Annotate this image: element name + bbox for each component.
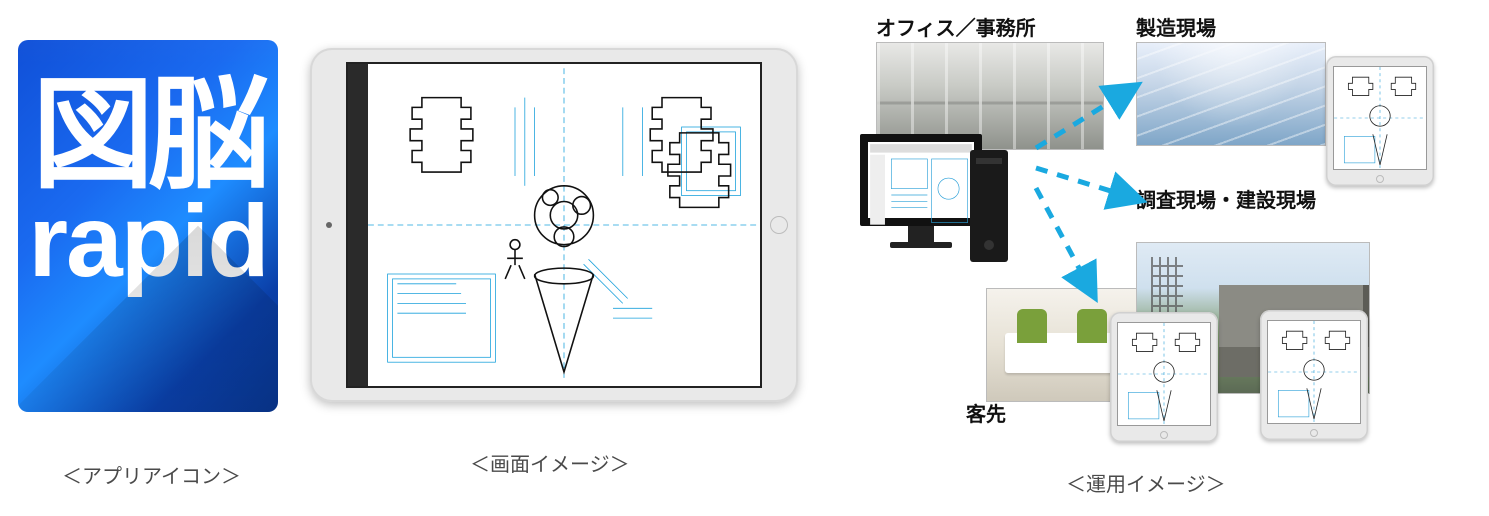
tablet-home-button: [770, 216, 788, 234]
label-client: 客先: [966, 398, 1006, 427]
label-office: オフィス／事務所: [876, 12, 1036, 41]
app-icon-text: 図脳 rapid: [18, 40, 278, 292]
tablet-camera: [326, 222, 332, 228]
caption-app-icon: ＜アプリアイコン＞: [62, 460, 241, 489]
cad-drawing: [368, 64, 760, 386]
label-construction: 調査現場・建設現場: [1136, 184, 1316, 213]
caption-ops: ＜運用イメージ＞: [1066, 468, 1226, 497]
tablet-client: [1110, 312, 1218, 442]
app-icon-en: rapid: [18, 190, 278, 292]
office-pc-tower: [970, 150, 1008, 262]
caption-screen: ＜画面イメージ＞: [470, 448, 630, 477]
app-icon: 図脳 rapid: [18, 40, 278, 412]
tablet-screen: [346, 62, 762, 388]
operation-diagram: オフィス／事務所 製造現場 調査現場・建設現場 客先: [840, 0, 1480, 480]
label-factory: 製造現場: [1136, 12, 1216, 41]
app-sidebar: [348, 64, 368, 386]
tablet-mockup: [310, 48, 798, 402]
photo-factory: [1136, 42, 1326, 146]
app-icon-jp: 図脳: [18, 68, 278, 202]
tablet-factory: [1326, 56, 1434, 186]
tablet-construction: [1260, 310, 1368, 440]
